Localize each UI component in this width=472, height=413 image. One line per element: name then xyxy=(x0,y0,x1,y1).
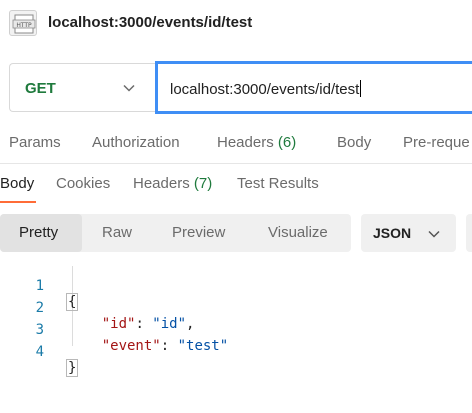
view-preview-button[interactable]: Preview xyxy=(172,224,225,241)
view-mode-segmented-control: Pretty Raw Preview Visualize xyxy=(0,214,351,252)
format-label: JSON xyxy=(373,225,412,241)
response-tabs: Body Cookies Headers (7) Test Results xyxy=(0,164,472,204)
response-headers-count-badge: (7) xyxy=(193,175,213,192)
headers-count-badge: (6) xyxy=(277,134,297,151)
request-title[interactable]: localhost:3000/events/id/test xyxy=(48,14,252,31)
code-line: 3 "event": "test" xyxy=(0,306,472,354)
active-tab-indicator xyxy=(0,201,36,203)
http-file-icon: HTTP xyxy=(9,10,37,36)
code-line: 4 } xyxy=(0,328,472,377)
code-line: 1 { xyxy=(0,262,472,311)
tab-body[interactable]: Body xyxy=(337,134,371,151)
line-content: } xyxy=(66,359,79,377)
request-tabs: Params Authorization Headers (6) Body Pr… xyxy=(0,124,472,164)
url-input[interactable]: localhost:3000/events/id/test xyxy=(155,61,472,114)
view-pretty-button[interactable]: Pretty xyxy=(19,224,58,241)
response-tab-body[interactable]: Body xyxy=(0,175,34,192)
response-body-editor[interactable]: 1 { 2 "id": "id", 3 "event": "test" 4 } xyxy=(0,258,472,377)
wrap-lines-button[interactable] xyxy=(466,214,472,252)
tab-headers[interactable]: Headers (6) xyxy=(217,134,296,151)
request-title-bar: HTTP localhost:3000/events/id/test xyxy=(0,0,472,46)
view-raw-button[interactable]: Raw xyxy=(102,224,132,241)
view-visualize-button[interactable]: Visualize xyxy=(268,224,328,241)
response-tab-cookies[interactable]: Cookies xyxy=(56,175,110,192)
response-headers-label: Headers xyxy=(133,175,190,192)
line-number: 4 xyxy=(35,344,44,360)
code-line: 2 "id": "id", xyxy=(0,284,472,332)
format-select[interactable]: JSON xyxy=(361,214,456,252)
svg-text:HTTP: HTTP xyxy=(16,22,32,29)
response-tab-test-results[interactable]: Test Results xyxy=(237,175,319,192)
chevron-down-icon xyxy=(122,81,136,100)
chevron-down-icon xyxy=(427,227,441,246)
tab-headers-label: Headers xyxy=(217,134,274,151)
method-select[interactable]: GET xyxy=(9,63,157,112)
tab-authorization[interactable]: Authorization xyxy=(92,134,180,151)
response-tab-headers[interactable]: Headers (7) xyxy=(133,175,212,192)
method-label: GET xyxy=(25,80,56,97)
url-text: localhost:3000/events/id/test xyxy=(170,80,362,98)
tab-params[interactable]: Params xyxy=(9,134,61,151)
close-brace: } xyxy=(66,359,79,377)
text-caret xyxy=(360,80,362,97)
tab-pre-request-script[interactable]: Pre-reque xyxy=(403,134,470,151)
